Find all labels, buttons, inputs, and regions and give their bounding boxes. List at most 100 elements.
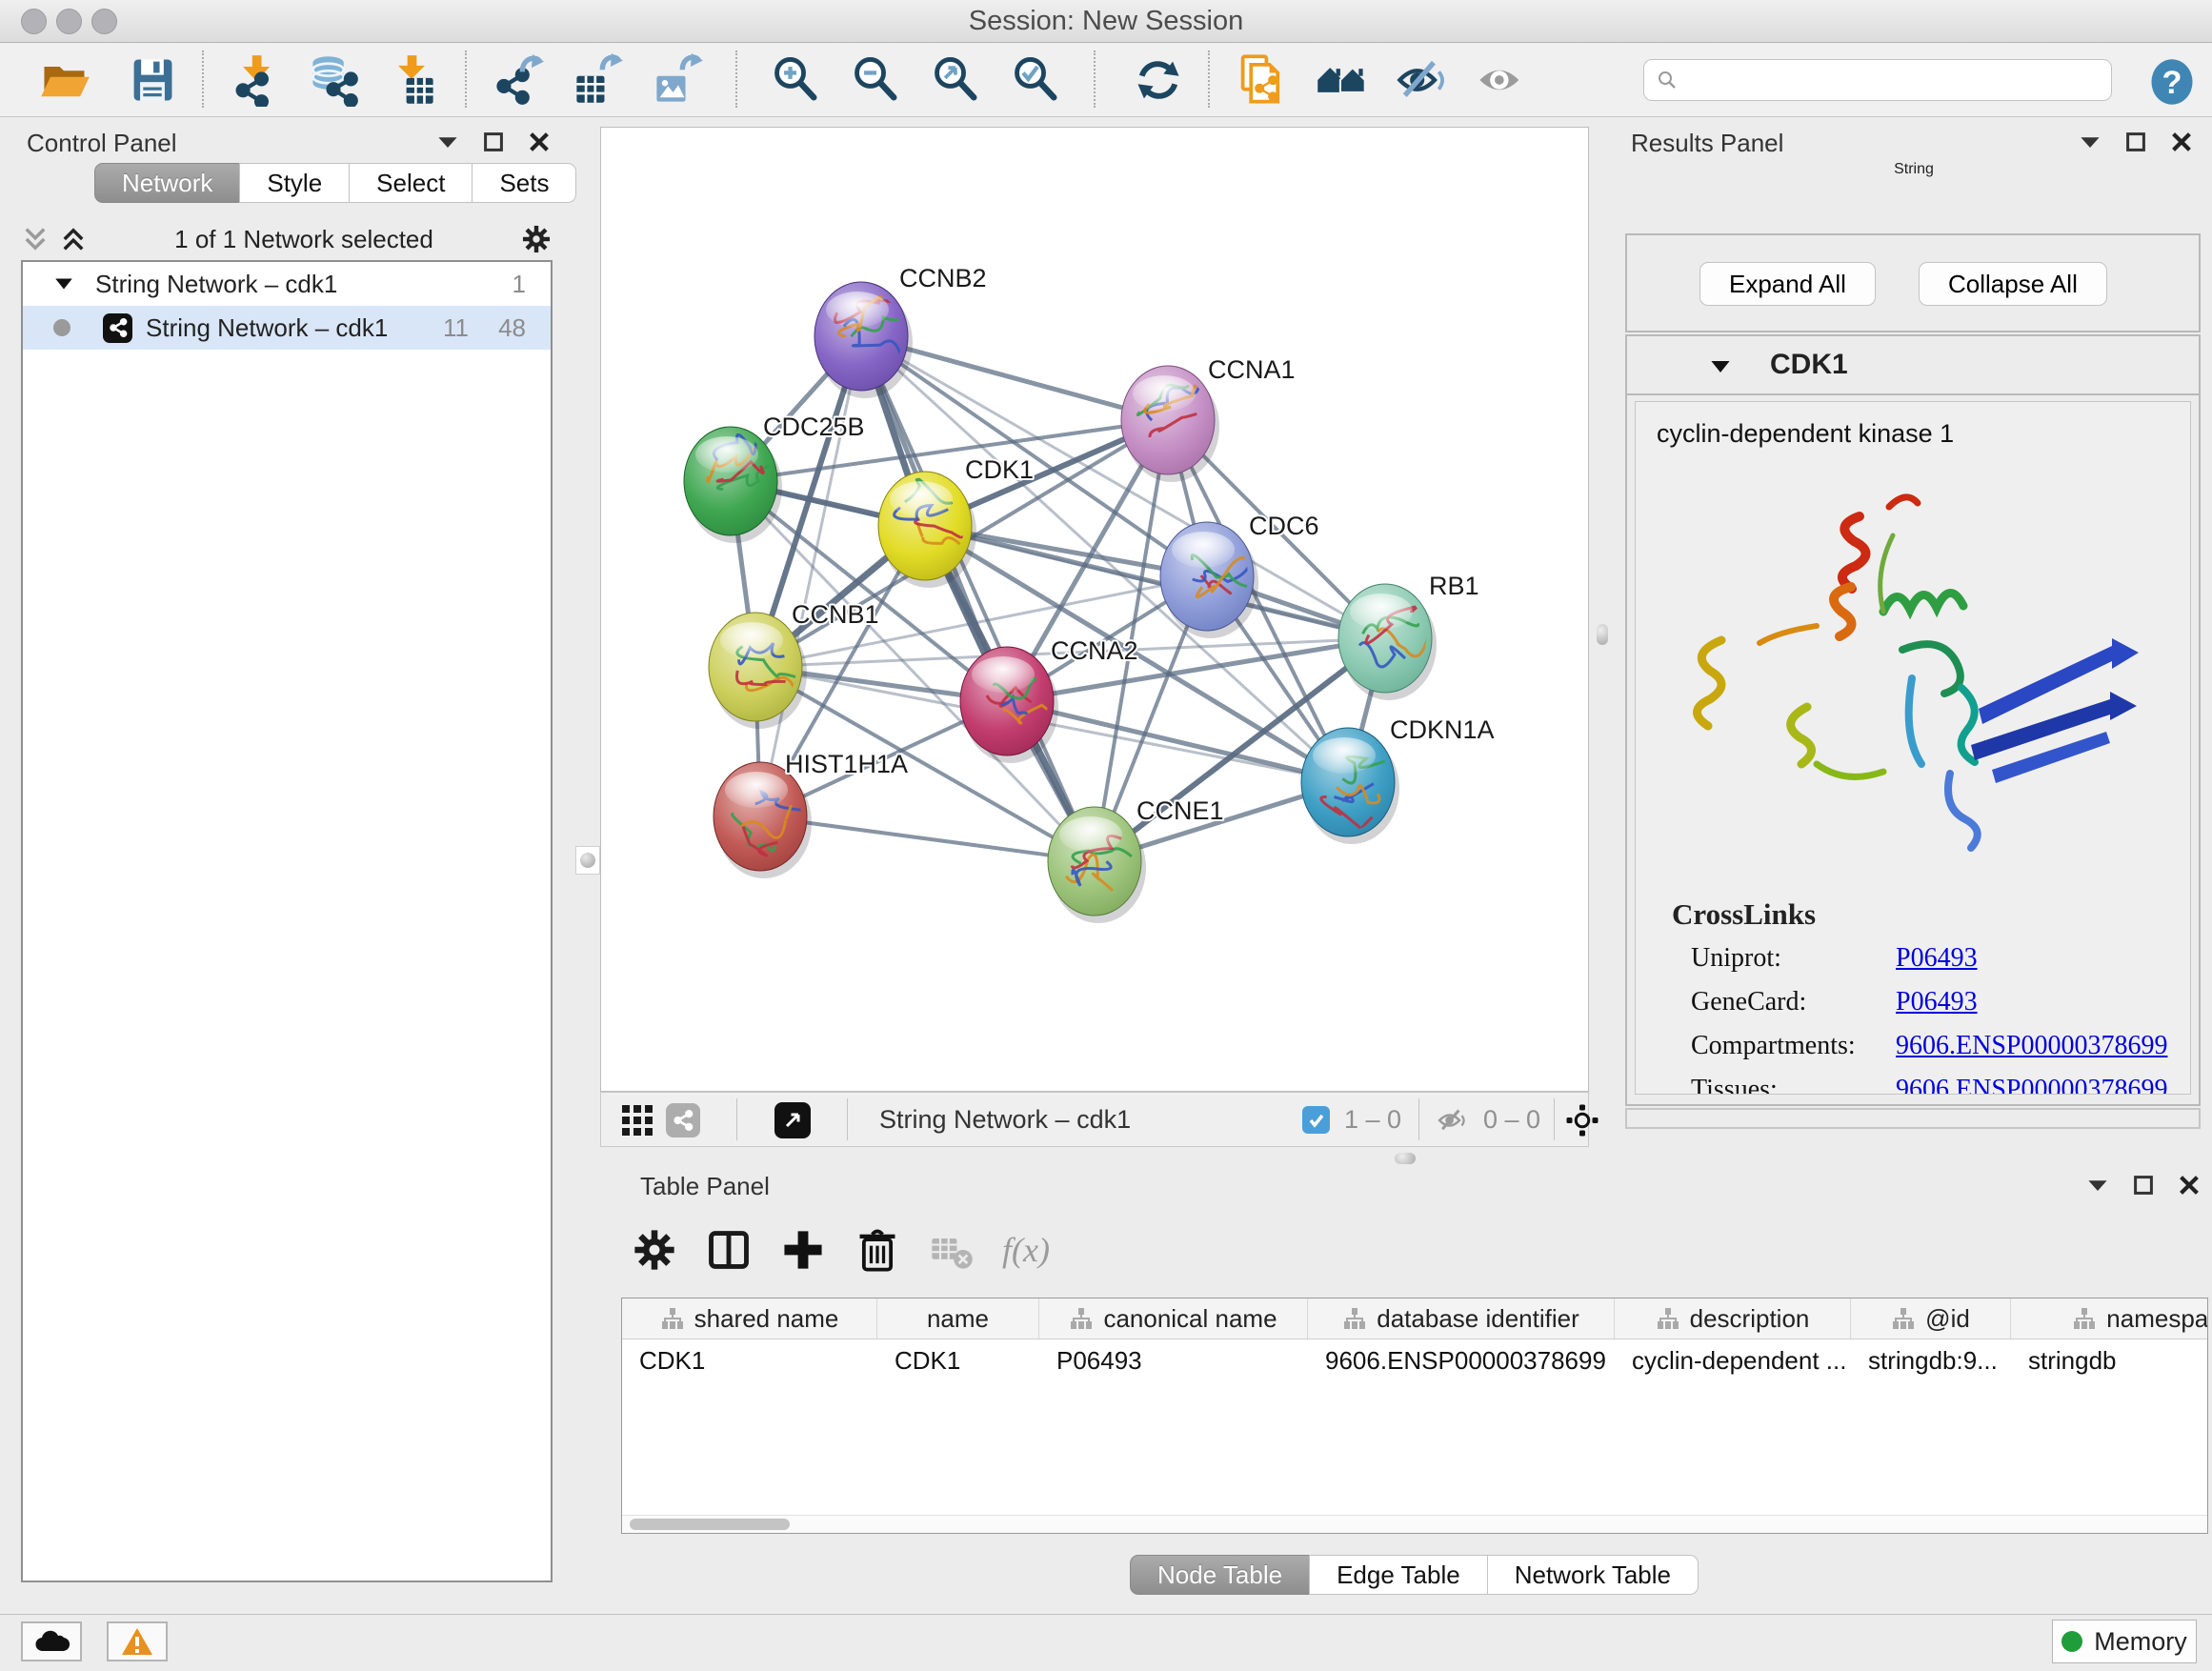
column-type-icon <box>1069 1306 1094 1331</box>
collapse-all-button[interactable]: Collapse All <box>1919 262 2107 306</box>
column-header-namespace[interactable]: namespace <box>2011 1299 2208 1339</box>
zoom-out-icon[interactable] <box>850 53 903 107</box>
tab-select[interactable]: Select <box>349 163 473 203</box>
import-table-from-file-icon[interactable] <box>385 53 438 107</box>
import-network-from-file-icon[interactable] <box>229 53 282 107</box>
panel-menu-icon[interactable] <box>2079 131 2101 153</box>
network-node-cdc25b[interactable]: CDC25B <box>684 413 865 543</box>
collapse-all-networks-icon[interactable] <box>59 225 88 253</box>
cloud-button[interactable] <box>21 1621 82 1661</box>
table-cell[interactable]: CDK1 <box>622 1339 877 1381</box>
panel-float-icon[interactable] <box>2124 131 2147 153</box>
column-header-shared-name[interactable]: shared name <box>622 1299 877 1339</box>
delete-column-trash-icon[interactable] <box>854 1226 901 1274</box>
search-input[interactable] <box>1679 65 2111 96</box>
panel-float-icon[interactable] <box>2132 1174 2155 1197</box>
column-header-name[interactable]: name <box>877 1299 1039 1339</box>
tab-string[interactable]: String <box>1894 161 1934 178</box>
crosslink-link[interactable]: 9606.ENSP00000378699 <box>1896 1031 2167 1075</box>
table-cell[interactable]: cyclin-dependent ... <box>1615 1339 1851 1381</box>
tab-style[interactable]: Style <box>239 163 350 203</box>
node-label: CCNE1 <box>1136 796 1224 825</box>
zoom-in-icon[interactable] <box>770 53 823 107</box>
network-node-hist1h1a[interactable]: HIST1H1A <box>714 750 908 878</box>
crosslink-link[interactable]: 9606.ENSP00000378699 <box>1896 1075 2167 1095</box>
panel-menu-icon[interactable] <box>2086 1174 2109 1197</box>
zoom-selected-icon[interactable] <box>1010 53 1063 107</box>
horizontal-scrollbar[interactable] <box>622 1515 2207 1533</box>
network-collection-row[interactable]: String Network – cdk1 1 <box>23 262 551 306</box>
expand-all-button[interactable]: Expand All <box>1699 262 1876 306</box>
network-node-ccne1[interactable]: CCNE1 <box>1048 796 1224 923</box>
selected-nodes-checkbox-icon[interactable] <box>1302 1106 1330 1134</box>
entry-header[interactable]: CDK1 <box>1627 336 2199 395</box>
crosslink-link[interactable]: P06493 <box>1896 943 1978 987</box>
table-cell[interactable]: 9606.ENSP00000378699 <box>1308 1339 1615 1381</box>
table-cell[interactable]: stringdb <box>2011 1339 2208 1381</box>
collection-expander-icon[interactable] <box>53 273 74 294</box>
panel-float-icon[interactable] <box>482 131 505 153</box>
tab-node-table[interactable]: Node Table <box>1130 1555 1310 1595</box>
detach-view-icon[interactable] <box>774 1102 811 1138</box>
panel-menu-icon[interactable] <box>436 131 459 153</box>
network-row-selected[interactable]: String Network – cdk1 11 48 <box>23 306 551 350</box>
create-column-plus-icon[interactable] <box>779 1226 827 1274</box>
column-type-icon <box>1342 1306 1367 1331</box>
birds-eye-crosshair-icon[interactable] <box>1565 1103 1599 1137</box>
right-splitter-handle[interactable] <box>1597 624 1608 645</box>
crosslink-row: Compartments:9606.ENSP00000378699 <box>1691 1031 2181 1075</box>
warnings-button[interactable] <box>107 1621 168 1661</box>
hide-selected-icon[interactable] <box>1395 53 1448 107</box>
left-splitter-handle[interactable] <box>575 846 600 875</box>
import-network-from-database-icon[interactable] <box>307 53 360 107</box>
tab-network-table[interactable]: Network Table <box>1487 1555 1699 1595</box>
zoom-fit-icon[interactable] <box>930 53 983 107</box>
column-header-database-identifier[interactable]: database identifier <box>1308 1299 1615 1339</box>
column-header-description[interactable]: description <box>1615 1299 1851 1339</box>
network-node-ccna2[interactable]: CCNA2 <box>960 636 1138 763</box>
scrollbar-thumb[interactable] <box>630 1519 790 1530</box>
network-node-cdkn1a[interactable]: CDKN1A <box>1301 715 1495 844</box>
open-session-icon[interactable] <box>38 53 91 107</box>
clone-network-icon[interactable] <box>1235 53 1288 107</box>
table-options-gear-icon[interactable] <box>631 1226 678 1274</box>
bottom-splitter-handle[interactable] <box>1395 1153 1416 1164</box>
network-view-canvas[interactable]: CCNB2CCNA1CDC25BCDK1CDC6RB1CCNB1CCNA2CDK… <box>600 127 1589 1092</box>
column-header-canonical-name[interactable]: canonical name <box>1039 1299 1308 1339</box>
help-icon[interactable]: ? <box>2145 55 2199 109</box>
show-columns-icon[interactable] <box>705 1226 753 1274</box>
network-node-cdc6[interactable]: CDC6 <box>1160 512 1319 638</box>
tab-edge-table[interactable]: Edge Table <box>1309 1555 1488 1595</box>
table-cell[interactable]: CDK1 <box>877 1339 1039 1381</box>
panel-close-icon[interactable] <box>528 131 551 153</box>
table-cell[interactable]: P06493 <box>1039 1339 1308 1381</box>
table-row[interactable]: CDK1CDK1P064939606.ENSP00000378699cyclin… <box>622 1339 2207 1381</box>
network-view-mode-icon[interactable] <box>666 1103 700 1137</box>
crosslink-link[interactable]: P06493 <box>1896 987 1978 1031</box>
network-node-rb1[interactable]: RB1 <box>1338 572 1479 700</box>
panel-close-icon[interactable] <box>2170 131 2193 153</box>
show-hidden-icon[interactable] <box>1475 53 1528 107</box>
export-table-icon[interactable] <box>572 53 625 107</box>
grid-view-icon[interactable] <box>622 1105 653 1136</box>
network-edge[interactable] <box>760 336 861 816</box>
tab-sets[interactable]: Sets <box>472 163 576 203</box>
refresh-layout-icon[interactable] <box>1132 53 1185 107</box>
save-session-icon[interactable] <box>126 53 179 107</box>
network-node-ccnb2[interactable]: CCNB2 <box>814 264 987 398</box>
export-image-icon[interactable] <box>652 53 705 107</box>
entry-collapse-icon[interactable] <box>1709 355 1732 378</box>
network-node-cdk1[interactable]: CDK1 <box>878 455 1034 588</box>
table-toolbar: f(x) <box>631 1212 1050 1288</box>
export-network-icon[interactable] <box>492 53 545 107</box>
column-header--id[interactable]: @id <box>1851 1299 2011 1339</box>
expand-all-networks-icon[interactable] <box>21 225 50 253</box>
memory-button[interactable]: Memory <box>2052 1620 2197 1663</box>
table-cell[interactable]: stringdb:9... <box>1851 1339 2011 1381</box>
show-all-views-icon[interactable] <box>1315 53 1368 107</box>
tab-network[interactable]: Network <box>94 163 240 203</box>
network-options-gear-icon[interactable] <box>520 223 553 255</box>
panel-close-icon[interactable] <box>2178 1174 2201 1197</box>
network-node-ccnb1[interactable]: CCNB1 <box>709 600 879 729</box>
network-graph[interactable]: CCNB2CCNA1CDC25BCDK1CDC6RB1CCNB1CCNA2CDK… <box>601 128 1588 1091</box>
